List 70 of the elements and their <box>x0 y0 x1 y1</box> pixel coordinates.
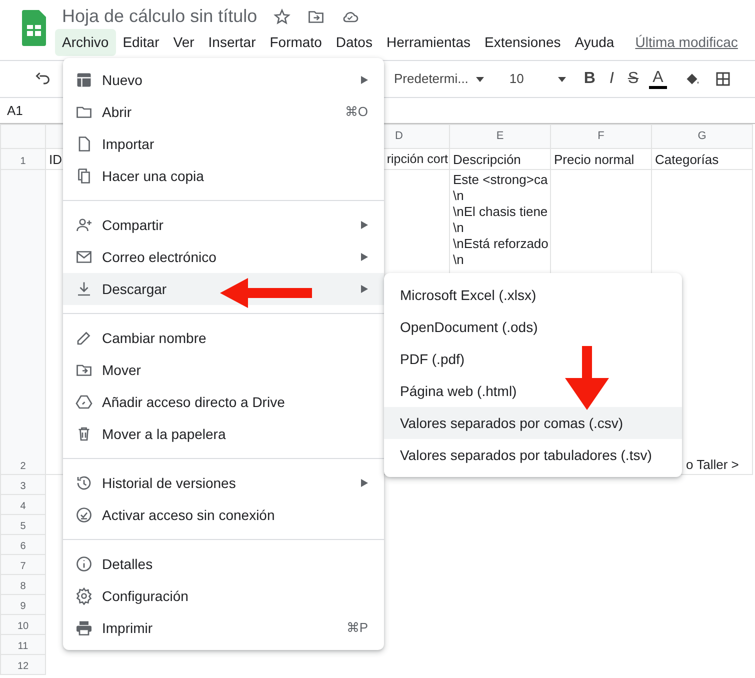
grid-icon <box>75 71 93 89</box>
menu-item[interactable]: Mover <box>63 354 384 386</box>
menu-item[interactable]: Archivo <box>55 28 116 56</box>
menu-item[interactable]: Imprimir ⌘P <box>63 612 384 644</box>
table-cell: Precio normal <box>550 148 652 170</box>
column-header[interactable]: G <box>652 124 752 148</box>
shortcut-hint: ⌘P <box>346 619 368 638</box>
menu-item[interactable]: Nuevo <box>63 64 384 96</box>
caret-icon <box>476 76 484 82</box>
menu-item[interactable]: Detalles <box>63 548 384 580</box>
table-cell: Categorías <box>652 148 752 170</box>
copy-icon <box>75 167 93 185</box>
bold-button[interactable]: B <box>580 67 600 91</box>
menu-item[interactable]: Editar <box>116 28 166 56</box>
row-header[interactable]: 9 <box>0 594 46 614</box>
menu-item[interactable]: Valores separados por comas (.csv) <box>384 407 682 439</box>
settings-icon <box>75 587 93 605</box>
menu-item[interactable]: Datos <box>328 28 380 56</box>
row-header[interactable]: 11 <box>0 634 46 654</box>
menu-item[interactable]: Insertar <box>201 28 263 56</box>
row-header[interactable]: 5 <box>0 514 46 534</box>
drive-shortcut-icon <box>75 393 93 411</box>
row-header[interactable]: 6 <box>0 534 46 554</box>
shortcut-hint: ⌘O <box>344 103 368 122</box>
italic-button[interactable]: I <box>605 67 618 91</box>
menu-item[interactable]: Formato <box>262 28 329 56</box>
offline-icon <box>75 506 93 524</box>
menu-item[interactable]: Activar acceso sin conexión <box>63 499 384 531</box>
menu-item[interactable]: Herramientas <box>379 28 478 56</box>
table-cell: Descripción <box>450 148 550 170</box>
last-edit-link[interactable]: Última modificac <box>621 32 738 53</box>
font-size-dropdown[interactable]: 10 <box>509 69 524 89</box>
pencil-icon <box>75 329 93 347</box>
column-header[interactable]: E <box>450 124 550 148</box>
row-header[interactable]: 1 <box>0 148 46 170</box>
info-icon <box>75 555 93 573</box>
caret-icon <box>558 76 566 82</box>
printer-icon <box>75 619 93 637</box>
borders-icon[interactable] <box>714 70 732 88</box>
menu-item[interactable]: Cambiar nombre <box>63 322 384 354</box>
strikethrough-button[interactable]: S <box>624 67 643 91</box>
mail-icon <box>75 248 93 266</box>
font-dropdown[interactable]: Predetermi... <box>394 69 468 89</box>
menu-item[interactable]: Descargar <box>63 273 384 305</box>
menu-item[interactable]: Historial de versiones <box>63 467 384 499</box>
menu-item[interactable]: Compartir <box>63 209 384 241</box>
row-header[interactable]: 12 <box>0 654 46 674</box>
menu-item[interactable]: Ayuda <box>568 28 622 56</box>
menu-item[interactable]: Añadir acceso directo a Drive <box>63 386 384 418</box>
annotation-arrow <box>564 346 610 410</box>
star-icon[interactable] <box>273 8 292 26</box>
text-color-button[interactable]: A <box>648 70 668 88</box>
document-title[interactable]: Hoja de cálculo sin título <box>62 6 258 28</box>
menu-item[interactable]: Extensiones <box>477 28 568 56</box>
row-header[interactable]: 10 <box>0 614 46 634</box>
row-header[interactable]: 7 <box>0 554 46 574</box>
sheets-logo-icon[interactable] <box>22 10 46 46</box>
menu-item[interactable]: Correo electrónico <box>63 241 384 273</box>
history-icon <box>75 474 93 492</box>
menu-item[interactable]: Mover a la papelera <box>63 418 384 450</box>
person-add-icon <box>75 216 93 234</box>
column-header[interactable]: F <box>550 124 652 148</box>
row-header[interactable]: 8 <box>0 574 46 594</box>
name-box[interactable]: A1 <box>7 103 23 118</box>
row-header[interactable]: 4 <box>0 494 46 514</box>
row-header[interactable]: 2 <box>0 170 46 474</box>
menu-item[interactable]: Ver <box>166 28 202 56</box>
download-icon <box>75 280 93 298</box>
menu-item[interactable]: Configuración <box>63 580 384 612</box>
row-header[interactable]: 3 <box>0 474 46 494</box>
